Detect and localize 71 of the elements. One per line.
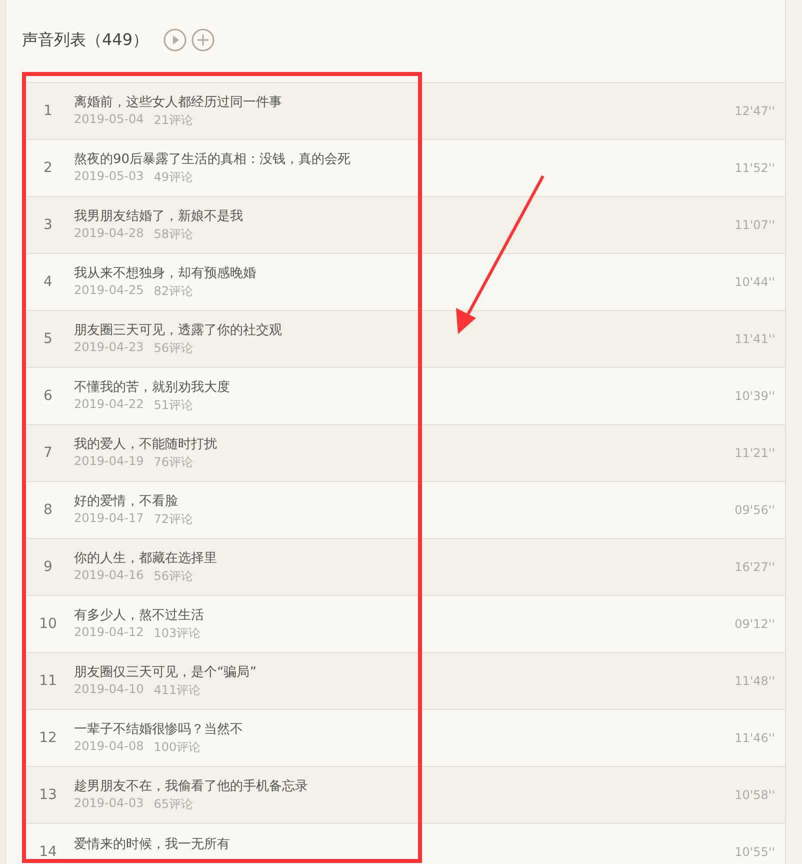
track-title[interactable]: 不懂我的苦，就别劝我大度 bbox=[74, 378, 735, 396]
track-date: 2019-04-03 bbox=[74, 796, 144, 812]
track-number: 5 bbox=[42, 331, 54, 347]
track-date: 2019-04-23 bbox=[74, 340, 144, 356]
comment-count: 21评论 bbox=[154, 112, 194, 129]
track-duration: 10'39'' bbox=[734, 389, 776, 403]
track-date: 2019-04-17 bbox=[74, 511, 144, 527]
list-title: 声音列表（449） bbox=[22, 30, 149, 50]
track-date: 2019-05-03 bbox=[74, 169, 144, 185]
comment-count: 56评论 bbox=[154, 568, 194, 585]
track-title[interactable]: 熬夜的90后暴露了生活的真相：没钱，真的会死 bbox=[74, 150, 735, 168]
track-duration: 11'46'' bbox=[734, 731, 776, 745]
track-title[interactable]: 朋友圈仅三天可见，是个“骗局” bbox=[74, 663, 735, 681]
track-date: 2019-04-08 bbox=[74, 739, 144, 755]
track-title[interactable]: 我从来不想独身，却有预感晚婚 bbox=[74, 264, 735, 282]
track-duration: 16'27'' bbox=[734, 560, 776, 574]
track-duration: 10'44'' bbox=[734, 275, 776, 289]
track-number: 13 bbox=[38, 787, 58, 803]
track-title[interactable]: 朋友圈三天可见，透露了你的社交观 bbox=[74, 321, 735, 339]
track-title[interactable]: 一辈子不结婚很惨吗？当然不 bbox=[74, 720, 735, 738]
track-title[interactable]: 好的爱情，不看脸 bbox=[74, 492, 735, 510]
track-number: 9 bbox=[42, 559, 54, 575]
comment-count: 100评论 bbox=[154, 739, 201, 756]
track-number: 10 bbox=[38, 616, 58, 632]
track-title[interactable]: 离婚前，这些女人都经历过同一件事 bbox=[74, 93, 735, 111]
track-number: 3 bbox=[42, 217, 54, 233]
track-duration: 09'56'' bbox=[734, 503, 776, 517]
comment-count: 103评论 bbox=[154, 625, 201, 642]
track-number: 14 bbox=[38, 844, 58, 860]
track-duration: 10'55'' bbox=[734, 845, 776, 859]
comment-count: 411评论 bbox=[154, 682, 201, 699]
track-number: 4 bbox=[42, 274, 54, 290]
track-duration: 12'47'' bbox=[734, 104, 776, 118]
track-number: 11 bbox=[38, 673, 58, 689]
track-duration: 11'21'' bbox=[734, 446, 776, 460]
track-number: 8 bbox=[42, 502, 54, 518]
comment-count: 82评论 bbox=[154, 283, 194, 300]
track-duration: 11'07'' bbox=[734, 218, 776, 232]
track-date: 2019-04-28 bbox=[74, 226, 144, 242]
track-number: 2 bbox=[42, 160, 54, 176]
track-date: 2019-04-19 bbox=[74, 454, 144, 470]
track-duration: 11'48'' bbox=[734, 674, 776, 688]
track-number: 7 bbox=[42, 445, 54, 461]
track-date: 2019-04-22 bbox=[74, 397, 144, 413]
track-number: 6 bbox=[42, 388, 54, 404]
track-duration: 11'52'' bbox=[734, 161, 776, 175]
comment-count: 51评论 bbox=[154, 397, 194, 414]
track-title[interactable]: 我的爱人，不能随时打扰 bbox=[74, 435, 735, 453]
track-duration: 10'58'' bbox=[734, 788, 776, 802]
track-duration: 09'12'' bbox=[734, 617, 776, 631]
comment-count: 49评论 bbox=[154, 169, 194, 186]
track-title[interactable]: 爱情来的时候，我一无所有 bbox=[74, 835, 735, 853]
track-date: 2019-04-10 bbox=[74, 682, 144, 698]
track-date: 2019-04-16 bbox=[74, 568, 144, 584]
track-number: 1 bbox=[42, 103, 54, 119]
add-icon[interactable] bbox=[190, 28, 215, 52]
track-title[interactable]: 趁男朋友不在，我偷看了他的手机备忘录 bbox=[74, 777, 735, 795]
track-title[interactable]: 我男朋友结婚了，新娘不是我 bbox=[74, 207, 735, 225]
comment-count: 76评论 bbox=[154, 454, 194, 471]
comment-count: 65评论 bbox=[154, 796, 194, 813]
track-date: 2019-05-04 bbox=[74, 112, 144, 128]
track-date: 2019-04-12 bbox=[74, 625, 144, 641]
track-date: 2019-04-25 bbox=[74, 283, 144, 299]
comment-count: 56评论 bbox=[154, 340, 194, 357]
play-icon[interactable] bbox=[162, 28, 187, 52]
comment-count: 72评论 bbox=[154, 511, 194, 528]
track-number: 12 bbox=[38, 730, 58, 746]
track-title[interactable]: 你的人生，都藏在选择里 bbox=[74, 549, 735, 567]
track-title[interactable]: 有多少人，熬不过生活 bbox=[74, 606, 735, 624]
track-duration: 11'41'' bbox=[734, 332, 776, 346]
comment-count: 58评论 bbox=[154, 226, 194, 243]
